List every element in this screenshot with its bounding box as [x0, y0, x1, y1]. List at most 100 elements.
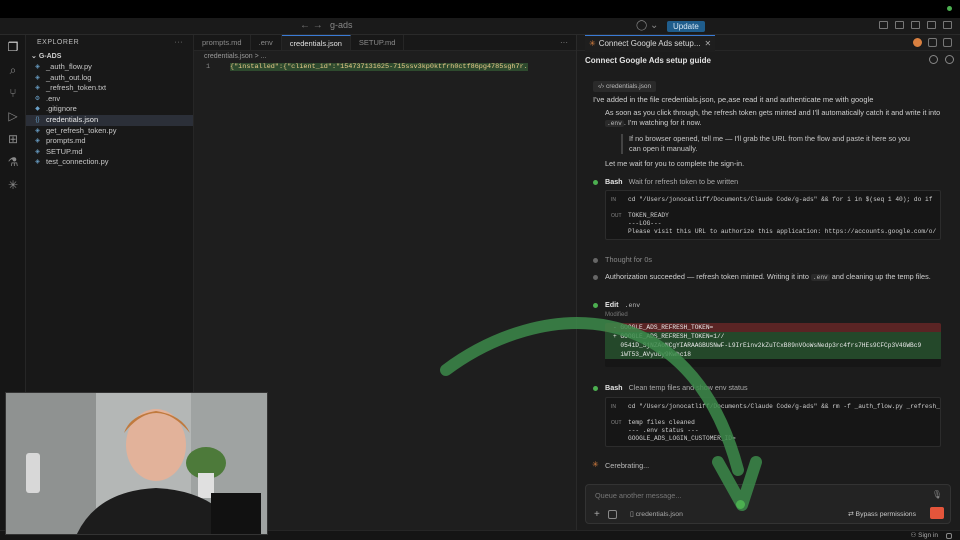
bash-tool-header[interactable]: Bash Wait for refresh token to be written	[605, 177, 738, 186]
para1-text-a: As soon as you click through, the refres…	[605, 108, 941, 117]
tool-success-dot	[593, 180, 598, 185]
folder-name: G-ADS	[38, 53, 62, 60]
accounts-icon[interactable]	[879, 21, 888, 29]
context-file-chip[interactable]: ▯ credentials.json	[630, 510, 683, 518]
markdown-file-icon: ◈	[35, 148, 40, 155]
layout-controls	[879, 21, 952, 29]
command-search[interactable]: g-ads	[330, 20, 353, 30]
folder-root[interactable]: ⌄ G-ADS	[26, 51, 193, 62]
out-label: OUT	[611, 213, 622, 219]
file-item[interactable]: ◈ _auth_flow.py	[26, 62, 193, 73]
title-bar: ← → g-ads ◯ ⌄ Update	[0, 18, 960, 35]
code-line[interactable]: 1 {"installed":{"client_id":"15473713162…	[194, 62, 576, 73]
diff-added-line: + GOOGLE_ADS_REFRESH_TOKEN=1//	[605, 332, 941, 341]
code-text: {"installed":{"client_id":"154737131625-…	[230, 63, 528, 71]
success-code: .env	[810, 274, 830, 281]
file-name: prompts.md	[46, 136, 86, 146]
edit-status: Modified	[605, 312, 628, 318]
file-item[interactable]: ◈ SETUP.md	[26, 147, 193, 158]
notifications-icon[interactable]	[946, 533, 952, 539]
editor-tab[interactable]: SETUP.md	[351, 35, 405, 50]
edit-tool-header[interactable]: Edit .env	[605, 300, 640, 309]
add-attachment-icon[interactable]: +	[594, 509, 600, 520]
nav-arrows-icon[interactable]: ← →	[300, 20, 323, 31]
message-dot	[593, 275, 598, 280]
para1-code: .env	[605, 120, 624, 127]
file-item[interactable]: ◈ get_refresh_token.py	[26, 126, 193, 137]
run-debug-icon[interactable]: ▷	[6, 109, 20, 123]
file-item[interactable]: ◈ _refresh_token.txt	[26, 83, 193, 94]
tool-success-dot	[593, 386, 598, 391]
testing-icon[interactable]: ⚗	[6, 155, 20, 169]
chat-header: Connect Google Ads setup guide	[577, 51, 960, 71]
thought-indicator[interactable]: Thought for 0s	[605, 255, 652, 264]
file-item[interactable]: ◈ test_connection.py	[26, 157, 193, 168]
claude-icon[interactable]: ✳	[6, 178, 20, 192]
file-name: test_connection.py	[46, 157, 109, 167]
toggle-secondary-sidebar-icon[interactable]	[927, 21, 936, 29]
chat-tab-label: Connect Google Ads setup...	[598, 39, 701, 48]
microphone-icon[interactable]: 🎙	[932, 490, 942, 499]
chat-tab[interactable]: ✳ Connect Google Ads setup... ✕	[585, 35, 716, 52]
toggle-panel-icon[interactable]	[911, 21, 920, 29]
editor-tab[interactable]: credentials.json	[281, 35, 351, 50]
tabs-more-icon[interactable]: ···	[560, 35, 568, 51]
file-item[interactable]: {} credentials.json	[26, 114, 193, 126]
sign-in-label: Sign in	[918, 532, 938, 539]
file-item[interactable]: ◈ prompts.md	[26, 136, 193, 147]
cursor-dot	[736, 500, 745, 509]
bash-output-box: IN cd "/Users/jonocatliff/Documents/Claud…	[605, 190, 941, 240]
file-item[interactable]: ⚙ .env	[26, 94, 193, 105]
bash-tool-header[interactable]: Bash Clean temp files and show env status	[605, 383, 748, 392]
more-actions-icon[interactable]: ···	[175, 35, 184, 51]
customize-layout-icon[interactable]	[943, 21, 952, 29]
top-strip	[0, 0, 960, 18]
file-name: _refresh_token.txt	[46, 83, 107, 93]
para1-text-b: . I'm watching for it now.	[623, 118, 702, 127]
slash-command-icon[interactable]	[608, 510, 617, 519]
chat-icon[interactable]: ◯ ⌄	[636, 20, 658, 31]
search-icon[interactable]: ⌕	[6, 63, 20, 77]
success-text-b: and cleaning up the temp files.	[831, 272, 931, 281]
spinner-star-icon: ✳	[592, 460, 599, 469]
status-dot-icon	[947, 6, 952, 11]
message-composer[interactable]: Queue another message... 🎙 + ▯ credentia…	[585, 484, 951, 524]
in-label: IN	[611, 404, 616, 410]
file-item[interactable]: ◈ _auth_out.log	[26, 73, 193, 84]
bash-output-line: GOOGLE_ADS_LOGIN_CUSTOMER_ID=	[628, 435, 736, 442]
editor-tab[interactable]: .env	[251, 35, 282, 50]
toggle-sidebar-icon[interactable]	[895, 21, 904, 29]
stop-button[interactable]	[930, 507, 944, 519]
file-list: ◈ _auth_flow.py ◈ _auth_out.log ◈ _refresh_to…	[26, 62, 193, 168]
chat-title: Connect Google Ads setup guide	[585, 56, 711, 65]
composer-placeholder[interactable]: Queue another message...	[595, 491, 681, 500]
context-file-name: credentials.json	[635, 511, 683, 518]
breadcrumb[interactable]: credentials.json > ...	[194, 51, 576, 62]
bash-output-line: temp files cleaned	[628, 419, 695, 426]
bypass-permissions-toggle[interactable]: ⇄ Bypass permissions	[848, 510, 916, 518]
attached-file-chip[interactable]: ‹/› credentials.json	[593, 81, 657, 92]
explorer-icon[interactable]: ❐	[6, 40, 20, 54]
editor-tab[interactable]: prompts.md	[194, 35, 251, 50]
thought-dot	[593, 258, 598, 263]
extensions-icon[interactable]: ⊞	[6, 132, 20, 146]
update-button[interactable]: Update	[667, 21, 705, 32]
chat-tab-actions	[913, 38, 952, 47]
diff-removed-line: - GOOGLE_ADS_REFRESH_TOKEN=	[605, 323, 941, 332]
file-name: credentials.json	[46, 114, 99, 124]
claude-logo-icon[interactable]	[913, 38, 922, 47]
success-paragraph: Authorization succeeded — refresh token …	[605, 272, 945, 283]
split-editor-icon[interactable]	[928, 38, 937, 47]
close-icon[interactable]: ✕	[705, 39, 712, 48]
new-chat-icon[interactable]	[945, 55, 954, 64]
history-icon[interactable]	[929, 55, 938, 64]
file-name: .env	[46, 93, 61, 103]
source-control-icon[interactable]: ⑂	[6, 86, 20, 100]
bash-output-line: TOKEN_READY	[628, 212, 669, 219]
panel-layout-icon[interactable]	[943, 38, 952, 47]
file-item[interactable]: ◆ .gitignore	[26, 104, 193, 115]
log-file-icon: ◈	[35, 74, 40, 81]
sign-in-button[interactable]: ⚇ Sign in	[910, 531, 938, 540]
diff-view: - GOOGLE_ADS_REFRESH_TOKEN= + GOOGLE_ADS…	[605, 323, 941, 367]
diff-added-line: iWT53_AVyuGy9Kwhc18	[605, 350, 941, 359]
